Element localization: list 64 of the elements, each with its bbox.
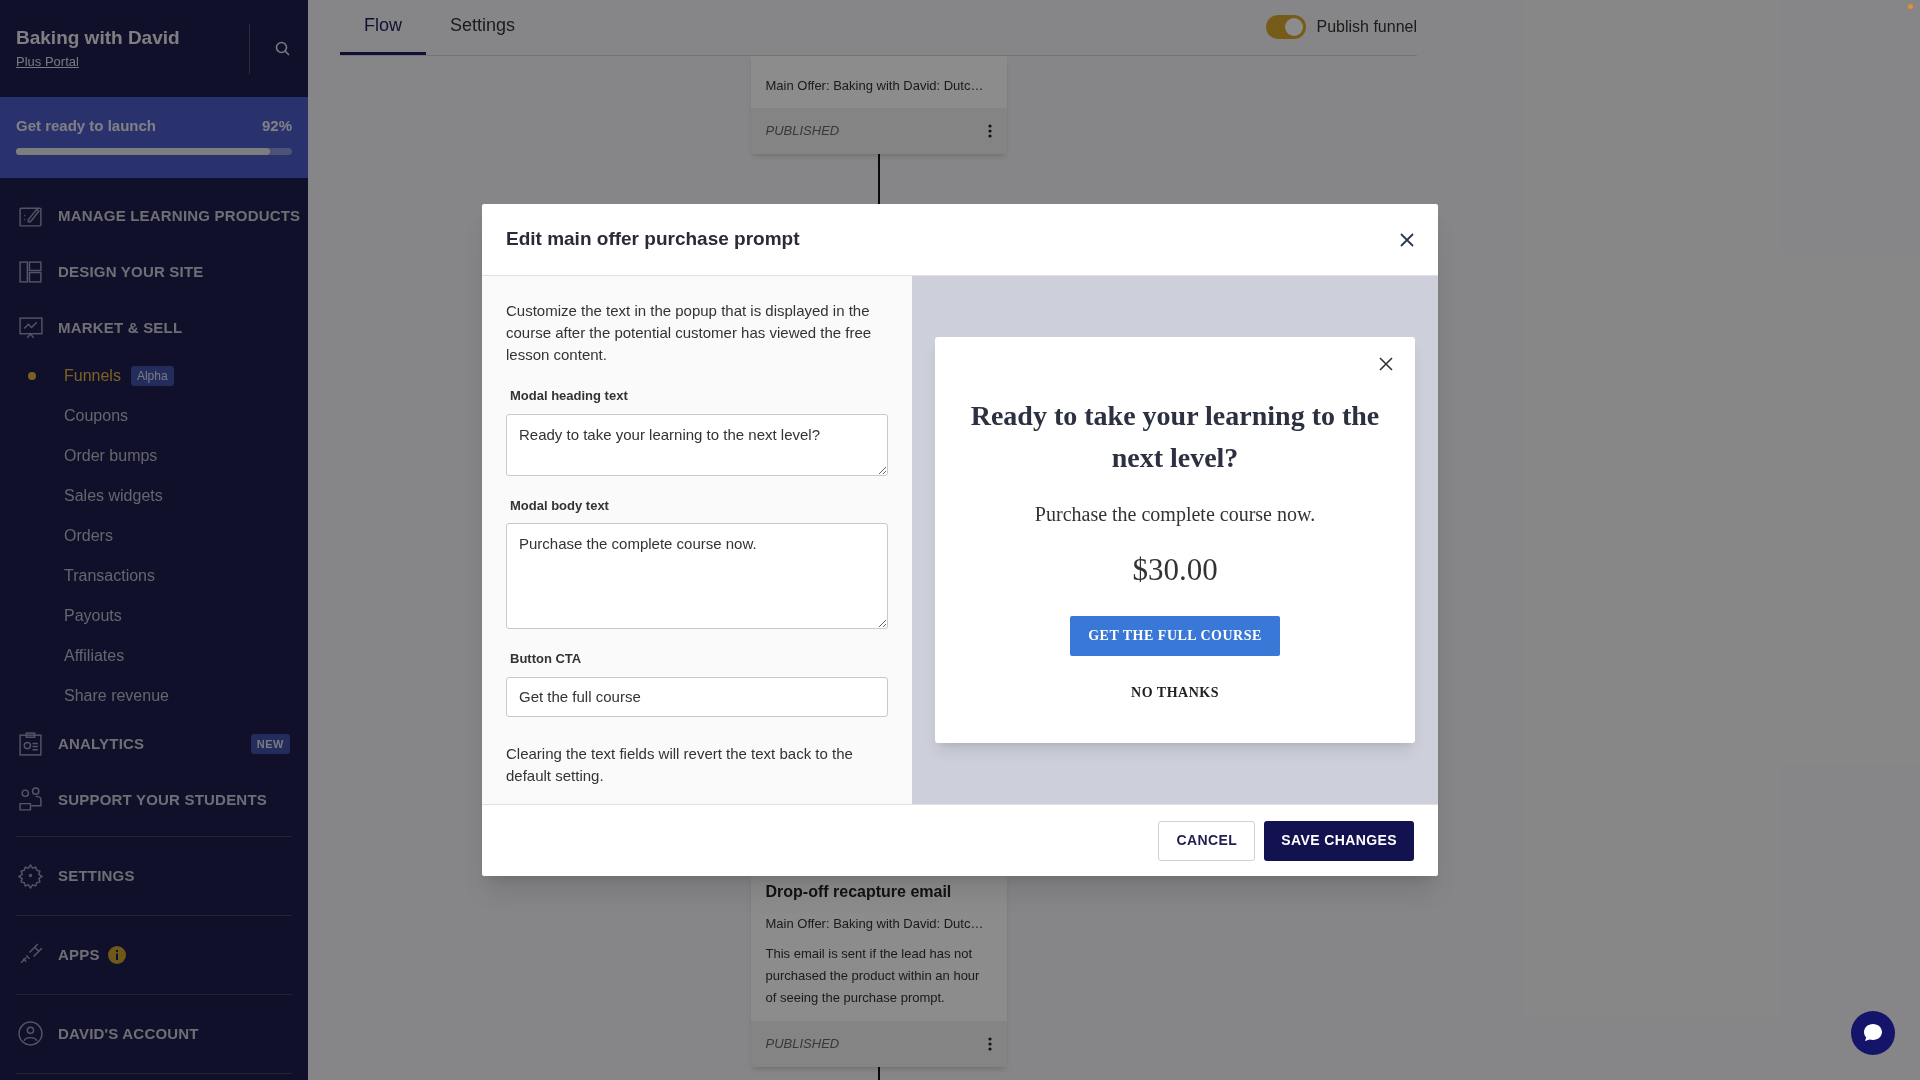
text-area[interactable]: Purchase the complete course now. [506, 523, 888, 629]
new-badge: NEW [250, 733, 290, 755]
user-circle-icon [18, 1021, 44, 1047]
presentation-board-icon [18, 315, 44, 341]
cancel-button[interactable]: CANCEL [1158, 820, 1256, 861]
note-text: Clearing the text fields will revert the text back to the default setting. [506, 743, 854, 786]
modal-title: Edit main offer purchase prompt [506, 227, 800, 252]
gear-icon [18, 863, 44, 889]
close-icon [1379, 357, 1393, 371]
status-label: PUBLISHED [765, 121, 840, 140]
close-icon[interactable] [1400, 232, 1414, 247]
nav-section-item[interactable]: DAVID'S ACCOUNT [0, 1006, 308, 1062]
save-button[interactable]: SAVE CHANGES [1264, 820, 1414, 861]
clipboard-chart-icon [18, 731, 44, 757]
card-title: Drop-off recapture email [765, 881, 953, 902]
chat-button[interactable] [1851, 1011, 1895, 1055]
status-label: PUBLISHED [765, 1035, 840, 1054]
nav-section-item[interactable]: SUPPORT YOUR STUDENTS [0, 772, 308, 828]
field-label: Button CTA [510, 650, 583, 668]
tab[interactable]: Flow [340, 0, 426, 55]
more-options-icon[interactable] [987, 123, 992, 138]
people-icon [18, 787, 44, 813]
launch-percent: 92% [261, 116, 292, 136]
launch-panel[interactable]: Get ready to launch 92% [0, 97, 308, 178]
layout-icon [18, 259, 44, 285]
more-options-icon[interactable] [987, 1037, 992, 1051]
portal-link[interactable]: Plus Portal [16, 51, 79, 72]
popup-heading: Ready to take your learning to the next level? [969, 399, 1381, 475]
toggle-label: Publish funnel [1316, 17, 1417, 37]
search-icon[interactable] [274, 39, 292, 58]
nav-section-item[interactable]: SETTINGS [0, 848, 308, 904]
tab[interactable]: Settings [426, 0, 540, 55]
card-subtitle: Main Offer: Baking with David: Dutc… [765, 914, 985, 933]
nav-sub-item[interactable]: Order bumps [64, 444, 158, 468]
nav-sub-item[interactable]: Payouts [64, 604, 122, 628]
nav-section-item[interactable]: MANAGE LEARNING PRODUCTS [0, 188, 308, 244]
card-subtitle: Main Offer: Baking with David: Dutc… [765, 77, 985, 95]
publish-toggle[interactable] [1266, 15, 1307, 39]
nav-sub-item[interactable]: Transactions [64, 564, 155, 588]
nav-section-item[interactable]: DESIGN YOUR SITE [0, 244, 308, 300]
nav-sub-item[interactable]: Share revenue [64, 684, 169, 708]
popup-body: Purchase the complete course now. [1034, 502, 1316, 528]
field-label: Modal heading text [510, 387, 629, 405]
intro-text: Customize the text in the popup that is displayed in the course after the potential customer has viewed the free lesson content. [506, 301, 873, 365]
nav-sub-item[interactable]: Funnels [64, 364, 121, 388]
field-label: Modal body text [510, 496, 610, 515]
funnel-card[interactable]: Main Offer: Baking with David: Dutc… PUBLISHED [750, 54, 1007, 154]
brand-name: Baking with David [16, 25, 181, 50]
cta-button[interactable]: GET THE FULL COURSE [1070, 615, 1280, 656]
decline-link[interactable]: NO THANKS [1131, 681, 1219, 703]
nav-sub-item[interactable]: Orders [64, 524, 113, 548]
nav-section-item[interactable]: MARKET & SELL [0, 300, 308, 356]
nav-sub-item[interactable]: Affiliates [64, 644, 125, 668]
nav-section-item[interactable]: ANALYTICS NEW [0, 716, 308, 772]
nav-sub-item[interactable]: Sales widgets [64, 484, 163, 508]
nav-sub-item[interactable]: Coupons [64, 404, 129, 428]
funnel-card[interactable]: Drop-off recapture email Main Offer: Baking with David: Dutc… This email is sent if the lead has not purchased the product within an hour of seeing the purchase prompt. PUBLISHED [750, 875, 1007, 1067]
popup-price: $30.00 [1132, 551, 1218, 589]
nav-section-item[interactable]: APPS [0, 927, 308, 983]
text-area[interactable]: Ready to take your learning to the next level? [506, 413, 888, 476]
launch-label: Get ready to launch [16, 116, 157, 136]
alpha-badge: Alpha [130, 366, 174, 386]
text-field[interactable]: Get the full course [506, 676, 888, 717]
card-description: This email is sent if the lead has not purchased the product within an hour of seeing the purchase prompt. [765, 945, 981, 1007]
